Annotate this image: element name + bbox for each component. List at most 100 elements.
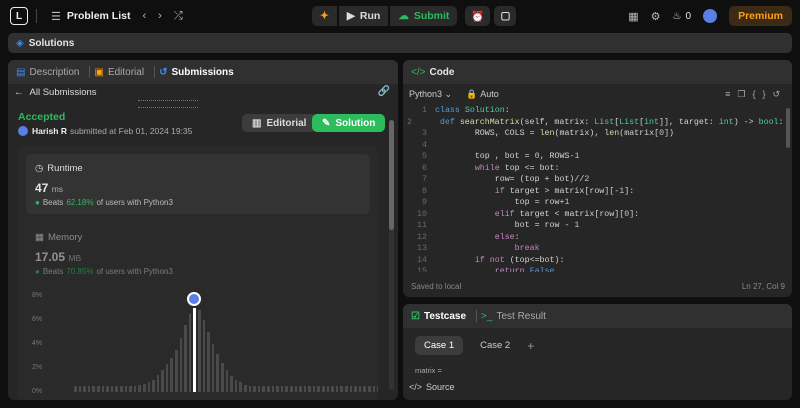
bookmark-icon[interactable]: ❐ [737, 89, 752, 99]
solutions-tab[interactable]: Solutions [29, 38, 75, 49]
link-icon[interactable]: 🔗 [378, 86, 390, 97]
chart-bar [161, 370, 164, 392]
fire-icon: ♨ [672, 10, 682, 22]
param-label: matrix = [415, 366, 442, 375]
source-toggle[interactable]: </> Source [409, 382, 455, 392]
notes-button[interactable]: ▢ [494, 6, 517, 26]
chart-bar [110, 386, 114, 392]
memory-card[interactable]: ▦ Memory 17.05 MB ● Beats 70.85% of users wi… [26, 222, 370, 278]
testcase-tabs: ☑ Testcase >_ Test Result [403, 304, 792, 328]
case-2-tab[interactable]: Case 2 [471, 336, 519, 355]
solution-button[interactable]: ✎ Solution [312, 114, 386, 132]
chart-bar [165, 364, 169, 392]
drag-handle[interactable] [138, 107, 198, 108]
memory-beats: Beats [42, 267, 64, 276]
memory-percent: 70.85% [66, 267, 94, 276]
list-icon[interactable]: ☰ [51, 10, 61, 23]
submission-meta: Harish R submitted at Feb 01, 2024 19:35 [18, 126, 192, 136]
chart-bar [262, 386, 265, 392]
editorial-button[interactable]: ▥ Editorial [242, 114, 317, 132]
chart-bar [211, 344, 215, 392]
shuffle-icon[interactable]: ⤮ [174, 10, 183, 23]
lock-icon: 🔒 [466, 88, 478, 99]
runtime-value: 47 [35, 181, 49, 195]
user-avatar[interactable] [703, 9, 718, 23]
tab-test-result[interactable]: >_ Test Result [481, 311, 546, 322]
chart-bar [207, 332, 210, 392]
memory-chip-icon: ▦ [35, 232, 44, 243]
case-1-tab[interactable]: Case 1 [415, 336, 464, 355]
chart-bar [243, 384, 247, 392]
chevron-right-icon[interactable]: › [158, 10, 162, 22]
streak-counter[interactable]: ♨ 0 [673, 11, 692, 22]
tab-submissions[interactable]: ↺ Submissions [159, 67, 234, 78]
premium-button[interactable]: Premium [729, 6, 792, 26]
language-select[interactable]: Python3 ⌄ [409, 89, 452, 100]
tab-testcase[interactable]: ☑ Testcase [411, 311, 466, 322]
runtime-card[interactable]: ◷ Runtime 47 ms ● Beats 62.18% of users with… [26, 154, 370, 214]
debug-button[interactable]: ✦ [312, 6, 337, 26]
chart-bar [354, 386, 357, 392]
chart-bar [138, 384, 141, 392]
layers-icon: ◈ [16, 37, 24, 49]
run-button[interactable]: ▶ Run [338, 6, 389, 26]
divider [476, 310, 478, 322]
format-icon[interactable]: ≡ [725, 89, 737, 99]
scrollbar[interactable] [389, 120, 394, 390]
submit-button[interactable]: ☁ Submit [390, 6, 458, 26]
chart-bar [142, 383, 146, 392]
chart-bar [358, 386, 362, 392]
chart-bar [230, 376, 233, 392]
chart-bar [152, 380, 155, 392]
memory-value: 17.05 [35, 250, 66, 264]
user-avatar [18, 126, 28, 136]
chart-bar [299, 386, 302, 392]
tab-editorial[interactable]: ▣ Editorial [94, 67, 144, 78]
problem-list-link[interactable]: Problem List [67, 10, 131, 22]
beats-icon: ● [35, 267, 40, 276]
chart-bar [266, 386, 270, 392]
username[interactable]: Harish R [32, 126, 67, 136]
clock-icon: ◷ [35, 163, 44, 174]
add-case-button[interactable]: + [527, 339, 534, 353]
layout-icon[interactable]: ▦ [628, 10, 638, 23]
chart-bar [170, 358, 174, 392]
bug-icon: ✦ [320, 10, 329, 22]
chart-bar [74, 386, 77, 392]
runtime-distribution-chart[interactable]: 8% 6% 4% 2% 0% [18, 288, 378, 400]
divider [154, 66, 156, 78]
chart-bar [216, 353, 219, 392]
timer-button[interactable]: ⏰ [465, 6, 491, 26]
tab-testcase-label: Testcase [423, 310, 467, 322]
submission-panel: ▤ Description ▣ Editorial ↺ Submissions ← Al… [8, 60, 398, 400]
logo-icon[interactable]: L [10, 7, 28, 25]
terminal-icon: >_ [481, 310, 493, 322]
chart-bar [239, 382, 242, 392]
chart-bar [248, 386, 252, 392]
play-icon: ▶ [346, 10, 355, 22]
chart-bar [129, 386, 132, 392]
chart-bar [271, 386, 275, 392]
chart-bar [303, 386, 307, 392]
auto-mode[interactable]: Auto [480, 89, 499, 99]
settings-gear-icon[interactable]: ⚙ [651, 10, 661, 23]
drag-handle[interactable] [138, 100, 198, 101]
tab-description[interactable]: ▤ Description [16, 67, 79, 78]
chart-bar [322, 386, 325, 392]
editor-statusbar: Saved to local Ln 27, Col 9 [411, 282, 785, 291]
back-to-submissions[interactable]: ← All Submissions [14, 87, 97, 98]
code-editor[interactable]: 1 class Solution: 2 def searchMatrix (self… [407, 106, 782, 272]
reset-icon[interactable]: ↺ [772, 89, 787, 99]
note-icon: ▢ [500, 10, 511, 22]
chart-bar [202, 320, 206, 392]
chart-bar [345, 386, 348, 392]
chevron-left-icon[interactable]: ‹ [142, 10, 146, 22]
braces-icon[interactable]: {} [752, 89, 772, 99]
chart-bar [101, 386, 105, 392]
chart-bar [317, 386, 321, 392]
code-panel: </> Code Python3 ⌄ 🔒 Auto ≡❐{}↺ 1 class So… [403, 60, 792, 297]
edit-icon: ✎ [322, 117, 331, 129]
code-scrollbar[interactable] [786, 108, 790, 148]
streak-count: 0 [685, 10, 692, 22]
history-icon: ↺ [159, 66, 168, 78]
